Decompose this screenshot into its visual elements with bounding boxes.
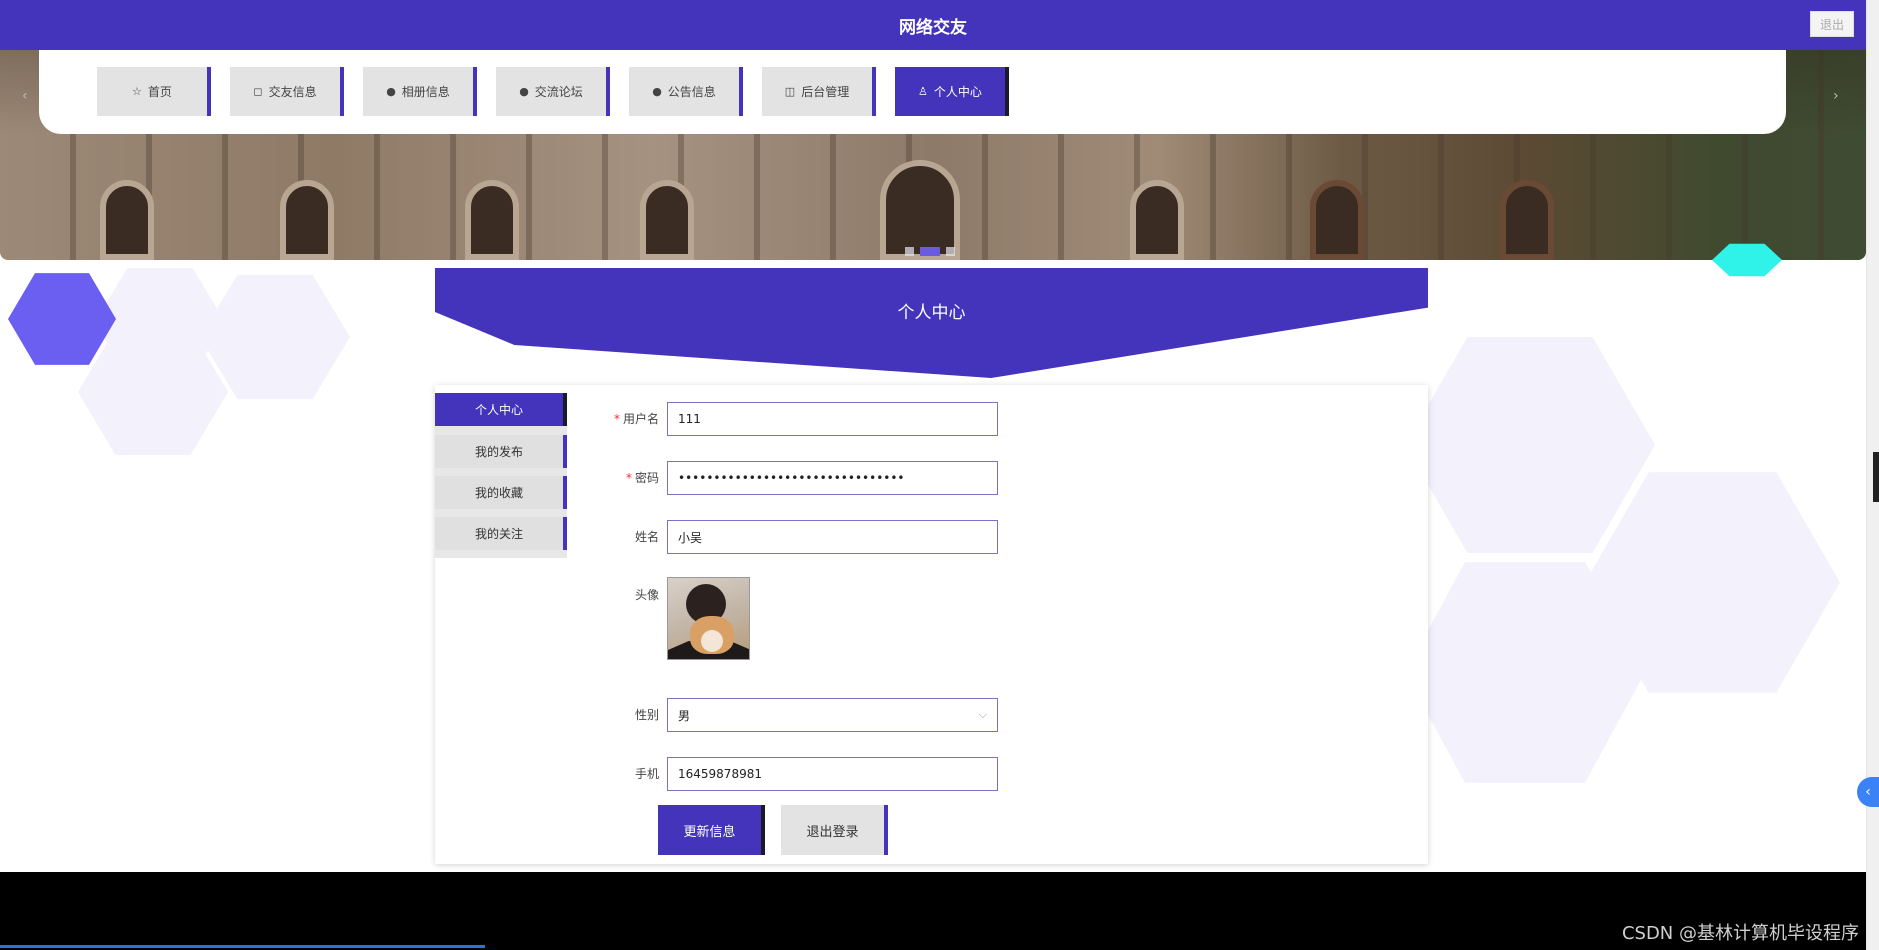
banner-arch: [1310, 180, 1364, 260]
info-icon: ●: [386, 85, 396, 98]
banner-arch: [100, 180, 154, 260]
gender-select-value: 男: [678, 708, 691, 723]
top-bar: 网络交友 退出: [0, 0, 1866, 50]
banner-arch: [640, 180, 694, 260]
name-label: 姓名: [634, 530, 659, 544]
password-label: * 密码: [559, 469, 659, 486]
password-field[interactable]: ••••••••••••••••••••••••••••••••: [667, 461, 998, 495]
name-field[interactable]: 小吴: [667, 520, 998, 554]
carousel-dot-active[interactable]: [920, 247, 940, 256]
sidebar-item-my-favorites[interactable]: 我的收藏: [435, 476, 567, 509]
scrollbar-thumb[interactable]: [1873, 452, 1879, 502]
nav-item-home[interactable]: ☆ 首页: [97, 67, 211, 116]
logout-button[interactable]: 退出: [1810, 11, 1854, 37]
avatar-label: 头像: [634, 588, 659, 602]
banner-arch: [280, 180, 334, 260]
nav-item-label: 公告信息: [667, 85, 716, 99]
chevron-down-icon: ⌵: [978, 708, 987, 721]
carousel-dot[interactable]: [905, 247, 914, 256]
carousel-dot[interactable]: [946, 247, 955, 256]
nav-item-admin[interactable]: ◫ 后台管理: [762, 67, 876, 116]
username-label: * 用户名: [559, 410, 659, 427]
nav-prev-arrow-icon[interactable]: ‹: [22, 88, 28, 104]
profile-panel: 个人中心 我的发布 我的收藏 我的关注 * 用户名 111 * 密码 •••••••…: [435, 385, 1428, 864]
sidebar-item-my-posts[interactable]: 我的发布: [435, 435, 567, 468]
banner-arch: [1130, 180, 1184, 260]
nav-item-dating-info[interactable]: ◻ 交友信息: [230, 67, 344, 116]
username-field[interactable]: 111: [667, 402, 998, 436]
nav-item-label: 个人中心: [933, 85, 982, 99]
password-label-text: 密码: [634, 471, 659, 485]
required-mark: *: [613, 412, 620, 426]
phone-field[interactable]: 16459878981: [667, 757, 998, 791]
banner-arch: [465, 180, 519, 260]
banner-arch: [1500, 180, 1554, 260]
bag-icon: ◻: [253, 85, 263, 98]
nav-item-profile[interactable]: ♙ 个人中心: [895, 67, 1009, 116]
side-collapse-icon[interactable]: ‹: [1857, 777, 1879, 807]
carousel-indicators: [905, 247, 955, 256]
main-nav: ☆ 首页 ◻ 交友信息 ● 相册信息 ● 交流论坛 ● 公告信息 ◫ 后台管理 …: [97, 67, 1009, 116]
nav-item-label: 首页: [147, 85, 172, 99]
gender-label: 性别: [634, 708, 659, 722]
phone-label: 手机: [634, 767, 659, 781]
username-label-text: 用户名: [622, 412, 659, 426]
nav-item-label: 相册信息: [401, 85, 450, 99]
scrollbar[interactable]: [1866, 0, 1879, 950]
logout-account-button[interactable]: 退出登录: [781, 805, 888, 855]
footer: [0, 872, 1866, 950]
required-mark: *: [625, 471, 632, 485]
nav-item-label: 后台管理: [801, 85, 850, 99]
star-icon: ☆: [132, 85, 142, 98]
nav-item-album[interactable]: ● 相册信息: [363, 67, 477, 116]
nav-item-forum[interactable]: ● 交流论坛: [496, 67, 610, 116]
progress-line: [0, 945, 485, 948]
update-info-button[interactable]: 更新信息: [658, 805, 765, 855]
sidebar-item-my-follows[interactable]: 我的关注: [435, 517, 567, 550]
site-title: 网络交友: [899, 18, 967, 38]
help-icon: ●: [519, 85, 529, 98]
user-icon: ♙: [918, 85, 928, 98]
nav-next-arrow-icon[interactable]: ›: [1833, 88, 1839, 104]
box-icon: ◫: [784, 85, 796, 98]
avatar-upload[interactable]: [667, 577, 750, 660]
section-title: 个人中心: [897, 303, 966, 323]
info-icon: ●: [652, 85, 662, 98]
watermark: CSDN @基林计算机毕设程序: [1621, 923, 1859, 944]
gender-select[interactable]: 男 ⌵: [667, 698, 998, 732]
nav-item-announcements[interactable]: ● 公告信息: [629, 67, 743, 116]
avatar-image-part: [701, 630, 723, 652]
sidebar-item-profile[interactable]: 个人中心: [435, 393, 567, 426]
decor-hexagon: [8, 273, 116, 365]
banner-arch: [880, 160, 960, 260]
nav-item-label: 交友信息: [268, 85, 317, 99]
nav-item-label: 交流论坛: [534, 85, 583, 99]
section-header: 个人中心: [435, 268, 1428, 378]
